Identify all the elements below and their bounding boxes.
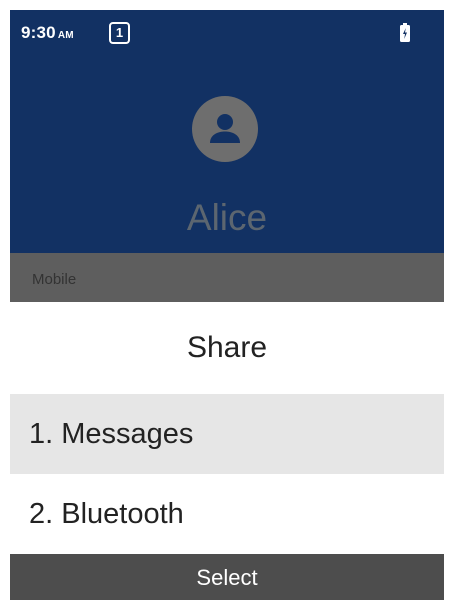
clock: 9:30 AM (21, 23, 74, 43)
clock-time: 9:30 (21, 23, 56, 42)
contact-name: Alice (186, 197, 268, 238)
select-softkey[interactable]: Select (10, 565, 444, 591)
phone-number-row: Mobile (10, 253, 444, 305)
person-icon (210, 114, 240, 143)
contact-avatar (192, 96, 258, 162)
softkey-bar: Select (10, 554, 444, 600)
share-dialog: Share 1. Messages 2. Bluetooth (10, 302, 444, 554)
notification-count-badge: 1 (109, 22, 130, 44)
dialog-title: Share (186, 331, 268, 364)
menu-item-label: 1. Messages (29, 418, 194, 450)
battery-charging-icon (400, 23, 410, 42)
menu-item-bluetooth[interactable]: 2. Bluetooth (10, 474, 444, 554)
clock-ampm: AM (57, 30, 74, 41)
menu-item-messages[interactable]: 1. Messages (10, 394, 444, 474)
status-bar: 9:30 AM 1 (10, 10, 444, 60)
contact-header: 9:30 AM 1 Alice (10, 10, 444, 253)
menu-item-label: 2. Bluetooth (29, 498, 184, 530)
phone-screen: 9:30AM 1 Alice Mobile Share 1. Messages (10, 10, 444, 600)
phone-type-label: Mobile (32, 271, 77, 288)
